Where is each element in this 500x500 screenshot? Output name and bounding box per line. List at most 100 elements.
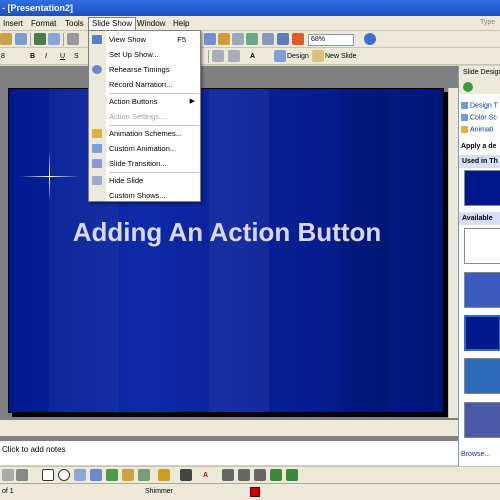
arrow-icon[interactable] [16,469,28,481]
design-thumbnail[interactable] [464,402,500,438]
oval-icon[interactable] [58,469,70,481]
toolbar-separator [30,33,31,46]
font-color-button[interactable]: A [250,51,255,62]
notes-pane[interactable]: Click to add notes [0,440,458,465]
zoom-box[interactable]: 68% [308,34,354,46]
design-templates-link[interactable]: Design T [461,102,498,109]
menu-item-set-up-show[interactable]: Set Up Show... [89,47,200,62]
spelling-status-icon[interactable] [250,487,260,497]
used-in-presentation-heading: Used in Th [459,155,500,168]
background-band [209,89,269,412]
back-icon[interactable] [463,82,473,92]
star-icon [92,129,102,138]
menu-item-view-show[interactable]: View Show F5 [89,32,200,47]
color-scheme-icon [461,114,468,121]
hyperlink-icon[interactable] [246,33,258,45]
menu-item-hide-slide[interactable]: Hide Slide [89,173,200,188]
arrow-style-icon[interactable] [254,469,266,481]
background-band [339,89,389,412]
diagram-icon[interactable] [106,469,118,481]
clip-art-icon[interactable] [122,469,134,481]
color-schemes-link[interactable]: Color Sc [461,114,497,121]
shadow-style-icon[interactable] [270,469,282,481]
dash-style-icon[interactable] [238,469,250,481]
font-size-box[interactable]: 8 [1,51,5,62]
title-bar: - [Presentation2] [0,0,500,16]
available-heading: Available [459,212,500,225]
menu-bar: Insert Format Tools Slide Show Window He… [0,16,500,31]
expand-all-icon[interactable] [262,33,274,45]
notes-placeholder: Click to add notes [2,445,66,454]
slide-title[interactable]: Adding An Action Button [9,217,443,248]
menu-item-rehearse-timings[interactable]: Rehearse Timings [89,62,200,77]
design-thumbnail[interactable] [464,358,500,394]
design-thumbnail[interactable] [464,170,500,206]
insert-table-icon[interactable] [204,33,216,45]
browse-link[interactable]: Browse... [461,451,490,458]
task-pane-title: Slide Design [459,66,500,80]
design-thumbnail[interactable] [464,228,500,264]
insert-picture-icon[interactable] [232,33,244,45]
slide-canvas[interactable]: Adding An Action Button [8,88,444,413]
preview-icon[interactable] [15,33,27,45]
underline-button[interactable]: U [60,51,65,62]
animation-schemes-link[interactable]: Animati [461,126,493,133]
menu-item-action-buttons[interactable]: Action Buttons ▶ [89,94,200,109]
slide-counter: of 1 [2,488,14,495]
font-color-icon[interactable]: A [203,470,208,481]
submenu-arrow-icon: ▶ [189,98,195,105]
line-style-icon[interactable] [222,469,234,481]
3d-style-icon[interactable] [286,469,298,481]
menu-item-action-settings: Action Settings... [109,112,166,121]
menu-format[interactable]: Format [28,18,59,30]
color-grayscale-icon[interactable] [292,33,304,45]
research-icon[interactable] [48,33,60,45]
design-thumbnail[interactable] [464,272,500,308]
grid-icon[interactable] [277,33,289,45]
spelling-icon[interactable] [34,33,46,45]
sparkle-decoration [49,151,50,201]
wordart-icon[interactable] [90,469,102,481]
print-icon[interactable] [0,33,12,45]
projector-icon [92,35,102,44]
slide-design-task-pane: Slide Design Design T Color Sc Animati A… [458,66,500,466]
menu-slide-show[interactable]: Slide Show [88,17,137,31]
menu-item-custom-shows[interactable]: Custom Shows... [89,188,200,203]
shortcut-label: F5 [177,35,186,44]
rectangle-icon[interactable] [42,469,54,481]
menu-item-record-narration[interactable]: Record Narration... [89,77,200,92]
line-color-icon[interactable] [180,469,192,481]
type-question-box[interactable]: Type [480,17,500,29]
vertical-scrollbar[interactable] [448,88,458,418]
picture-icon[interactable] [138,469,150,481]
textbox-icon[interactable] [74,469,86,481]
insert-chart-icon[interactable] [218,33,230,45]
menu-item-animation-schemes[interactable]: Animation Schemes... [89,126,200,141]
menu-item-custom-animation[interactable]: Custom Animation... [89,141,200,156]
slide-show-menu: View Show F5 Set Up Show... Rehearse Tim… [88,30,201,202]
horizontal-scrollbar[interactable] [0,420,458,436]
menu-window[interactable]: Window [134,18,168,30]
italic-button[interactable]: I [45,51,47,62]
hide-slide-icon [92,176,102,185]
fill-color-icon[interactable] [158,469,170,481]
menu-tools[interactable]: Tools [62,18,87,30]
menu-help[interactable]: Help [170,18,192,30]
design-icon[interactable] [274,50,286,62]
decrease-indent-icon[interactable] [212,50,224,62]
menu-item-slide-transition[interactable]: Slide Transition... [89,156,200,171]
new-slide-button[interactable]: New Slide [325,51,357,62]
bold-button[interactable]: B [30,51,35,62]
menu-insert[interactable]: Insert [0,18,26,30]
drawing-toolbar: A [0,466,500,483]
cut-icon[interactable] [67,33,79,45]
increase-indent-icon[interactable] [228,50,240,62]
design-button[interactable]: Design [287,51,309,62]
line-icon[interactable] [2,469,14,481]
task-pane-nav [459,80,500,94]
toolbar-separator [63,33,64,46]
new-slide-icon[interactable] [312,50,324,62]
shadow-button[interactable]: S [74,51,79,62]
help-icon[interactable] [364,33,376,45]
design-thumbnail[interactable] [464,315,500,351]
